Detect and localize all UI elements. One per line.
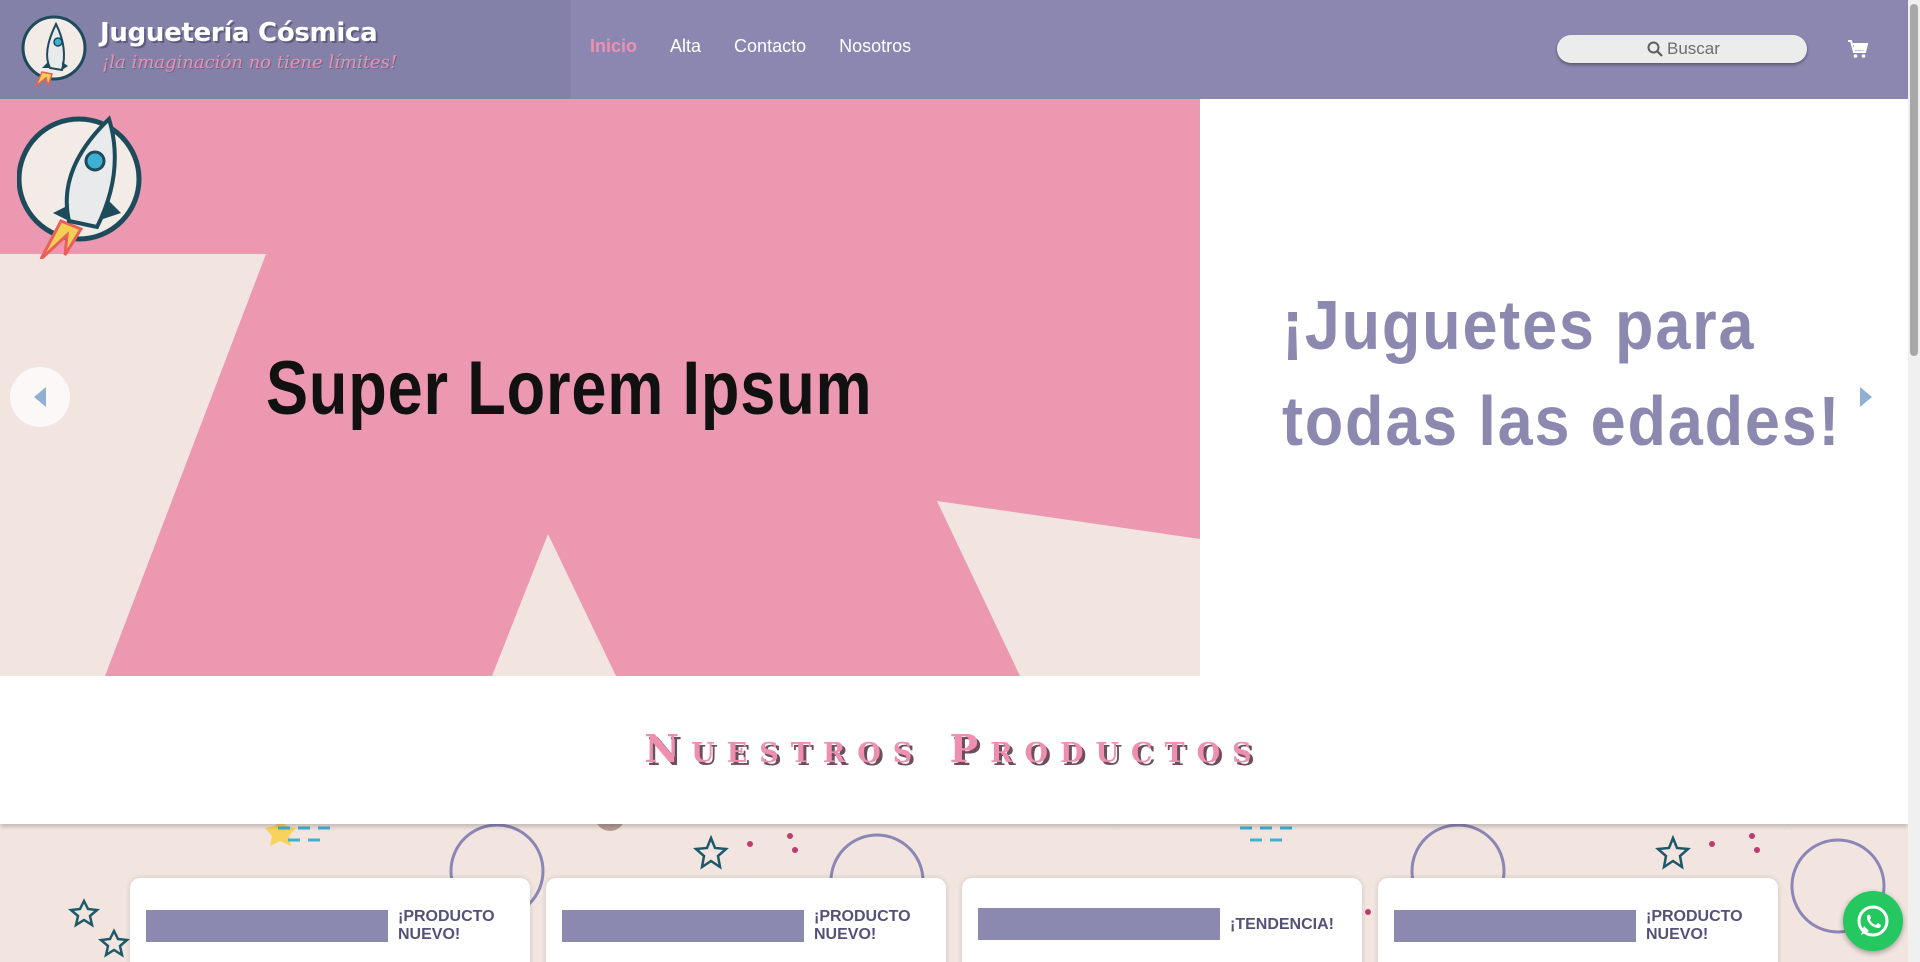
product-card-title-placeholder bbox=[978, 908, 1220, 940]
whatsapp-icon bbox=[1857, 905, 1889, 937]
slide-tagline-line: ¡Juguetes para bbox=[1282, 286, 1756, 364]
carousel-prev-button[interactable] bbox=[10, 367, 70, 427]
product-card-title-placeholder bbox=[562, 910, 804, 942]
product-card-title-placeholder bbox=[1394, 910, 1636, 942]
brand-name: Juguetería Cósmica bbox=[100, 18, 378, 48]
brand-tagline: ¡la imaginación no tiene límites! bbox=[102, 52, 398, 73]
slide-title: Super Lorem Ipsum bbox=[266, 346, 873, 431]
product-badge: ¡PRODUCTO NUEVO! bbox=[398, 908, 495, 943]
nav-link-nosotros[interactable]: Nosotros bbox=[839, 36, 911, 57]
brand[interactable]: Juguetería Cósmica ¡la imaginación no ti… bbox=[0, 0, 571, 99]
main-nav: Inicio Alta Contacto Nosotros bbox=[590, 36, 911, 57]
nav-link-alta[interactable]: Alta bbox=[670, 36, 701, 57]
product-card[interactable]: ¡PRODUCTO NUEVO! bbox=[1378, 878, 1778, 962]
cart-icon[interactable] bbox=[1847, 39, 1869, 59]
site-header: Juguetería Cósmica ¡la imaginación no ti… bbox=[0, 0, 1920, 99]
product-card[interactable]: ¡TENDENCIA! bbox=[962, 878, 1362, 962]
slide-tagline-line: todas las edades! bbox=[1282, 382, 1842, 460]
slide-tagline: ¡Juguetes para todas las edades! bbox=[1282, 277, 1858, 469]
rocket-logo-icon bbox=[17, 115, 142, 259]
search-icon bbox=[1647, 41, 1663, 57]
hero-carousel: Super Lorem Ipsum ¡Juguetes para todas l… bbox=[0, 99, 1908, 676]
nav-link-contacto[interactable]: Contacto bbox=[734, 36, 806, 57]
whatsapp-button[interactable] bbox=[1843, 891, 1903, 951]
page-scrollbar[interactable] bbox=[1908, 0, 1920, 962]
product-card[interactable]: ¡PRODUCTO NUEVO! bbox=[130, 878, 530, 962]
scrollbar-thumb[interactable] bbox=[1910, 4, 1918, 356]
rocket-logo-icon bbox=[21, 15, 87, 88]
search-content: Buscar bbox=[1647, 39, 1720, 59]
search-input[interactable]: Buscar bbox=[1557, 35, 1807, 63]
nav-link-inicio[interactable]: Inicio bbox=[590, 36, 637, 57]
search-placeholder: Buscar bbox=[1667, 39, 1720, 58]
product-badge: ¡PRODUCTO NUEVO! bbox=[814, 908, 911, 943]
product-card[interactable]: ¡PRODUCTO NUEVO! bbox=[546, 878, 946, 962]
carousel-next-button[interactable] bbox=[1848, 367, 1888, 427]
chevron-right-icon bbox=[1860, 387, 1872, 407]
product-card-title-placeholder bbox=[146, 910, 388, 942]
section-title: Nuestros Productos bbox=[644, 726, 1264, 771]
chevron-left-icon bbox=[34, 387, 46, 407]
product-badge: ¡TENDENCIA! bbox=[1230, 916, 1334, 933]
product-badge: ¡PRODUCTO NUEVO! bbox=[1646, 908, 1743, 943]
